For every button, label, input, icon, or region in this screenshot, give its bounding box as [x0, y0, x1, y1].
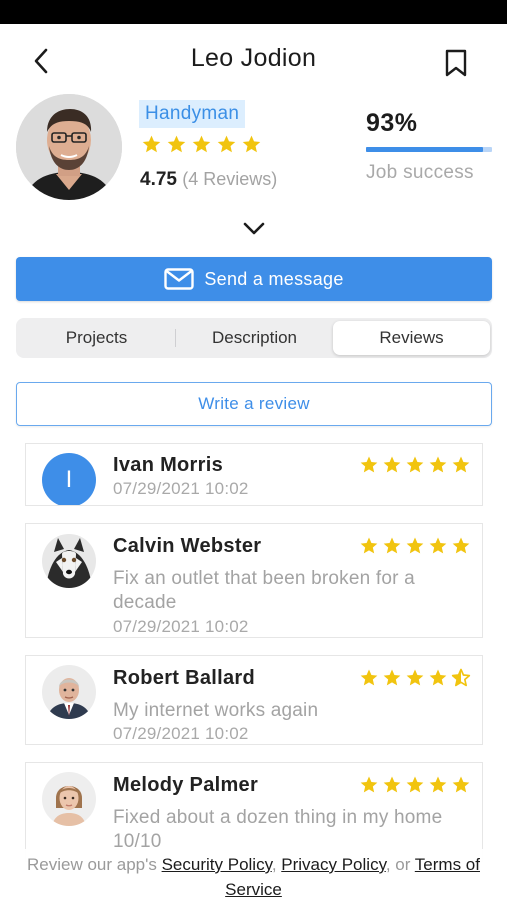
review-date: 07/29/2021 10:02 — [113, 479, 249, 498]
star-icon — [452, 456, 470, 473]
star-icon — [406, 537, 424, 554]
star-icon — [360, 537, 378, 554]
profile-tabs: Projects Description Reviews — [16, 318, 492, 358]
avatar — [42, 534, 96, 588]
review-text: Fixed about a dozen thing in my home 10/… — [113, 807, 443, 852]
avatar-initial: I — [65, 466, 73, 493]
star-icon — [217, 135, 236, 153]
star-icon — [452, 776, 470, 793]
star-icon — [383, 669, 401, 686]
status-bar — [0, 0, 507, 24]
job-success-fill — [366, 147, 484, 152]
job-success-label: Job success — [366, 162, 474, 183]
rating-value: 4.75 — [140, 169, 177, 190]
reviewer-name: Ivan Morris — [113, 454, 223, 476]
envelope-icon — [164, 268, 195, 290]
star-icon — [360, 776, 378, 793]
send-message-label: Send a message — [204, 268, 344, 289]
tab-label: Projects — [65, 328, 128, 347]
star-icon — [192, 135, 211, 153]
star-icon — [452, 537, 470, 554]
write-review-button[interactable]: Write a review — [16, 382, 492, 426]
review-card: Melody Palmer Fixed about a dozen thing … — [25, 762, 483, 862]
review-card: Robert Ballard My internet works again 0… — [25, 655, 483, 745]
star-icon — [167, 135, 186, 153]
bookmark-button[interactable] — [440, 46, 472, 80]
reviewer-name: Calvin Webster — [113, 535, 262, 557]
star-icon — [242, 135, 261, 153]
footer-separator: , or — [385, 855, 415, 874]
star-icon — [360, 669, 378, 686]
avatar — [42, 665, 96, 719]
avatar — [42, 772, 96, 826]
review-stars — [359, 668, 471, 688]
review-text: Fix an outlet that been broken for a dec… — [113, 568, 415, 613]
page-title: Leo Jodion — [190, 44, 317, 72]
chevron-down-icon — [243, 222, 265, 235]
privacy-policy-link[interactable]: Privacy Policy — [281, 855, 386, 874]
send-message-button[interactable]: Send a message — [16, 257, 492, 301]
star-icon — [429, 776, 447, 793]
avatar: I — [42, 453, 96, 505]
reviewer-name: Robert Ballard — [113, 667, 256, 689]
rating-stars — [141, 134, 262, 155]
star-icon — [429, 669, 447, 686]
job-success-value: 93% — [366, 109, 418, 137]
review-stars — [359, 775, 471, 795]
tab-label: Reviews — [379, 328, 444, 347]
reviews-count[interactable]: (4 Reviews) — [182, 169, 277, 189]
tab-projects[interactable]: Projects — [18, 321, 175, 355]
star-icon — [383, 456, 401, 473]
tab-label: Description — [211, 328, 298, 347]
review-text: My internet works again — [113, 700, 319, 721]
star-icon — [406, 456, 424, 473]
write-review-label: Write a review — [198, 394, 310, 413]
star-icon — [360, 456, 378, 473]
star-icon — [383, 776, 401, 793]
star-icon — [142, 135, 161, 153]
footer-legal: Review our app's Security Policy, Privac… — [0, 849, 507, 900]
footer-separator: , — [271, 855, 282, 874]
star-half-icon — [451, 668, 471, 687]
security-policy-link[interactable]: Security Policy — [162, 855, 272, 874]
rating-summary: 4.75 (4 Reviews) — [140, 169, 277, 191]
profile-header: Handyman 4.75 (4 Reviews) 93% Job succes… — [0, 92, 507, 202]
review-card: Calvin Webster Fix an outlet that been b… — [25, 523, 483, 638]
star-icon — [429, 456, 447, 473]
review-stars — [359, 455, 471, 475]
review-date: 07/29/2021 10:02 — [113, 617, 249, 636]
tab-description[interactable]: Description — [176, 321, 333, 355]
tab-reviews[interactable]: Reviews — [333, 321, 490, 355]
review-card: I Ivan Morris 07/29/2021 10:02 — [25, 443, 483, 506]
reviewer-name: Melody Palmer — [113, 774, 259, 796]
bookmark-icon — [445, 49, 467, 77]
review-stars — [359, 536, 471, 556]
top-bar: Leo Jodion — [0, 24, 507, 96]
review-date: 07/29/2021 10:02 — [113, 724, 249, 743]
star-icon — [406, 669, 424, 686]
star-icon — [429, 537, 447, 554]
job-success-bar — [366, 147, 492, 152]
role-badge: Handyman — [139, 100, 246, 128]
footer-prefix: Review our app's — [27, 855, 162, 874]
star-icon — [406, 776, 424, 793]
avatar — [16, 94, 122, 200]
star-icon — [383, 537, 401, 554]
expand-profile-button[interactable] — [240, 215, 268, 243]
